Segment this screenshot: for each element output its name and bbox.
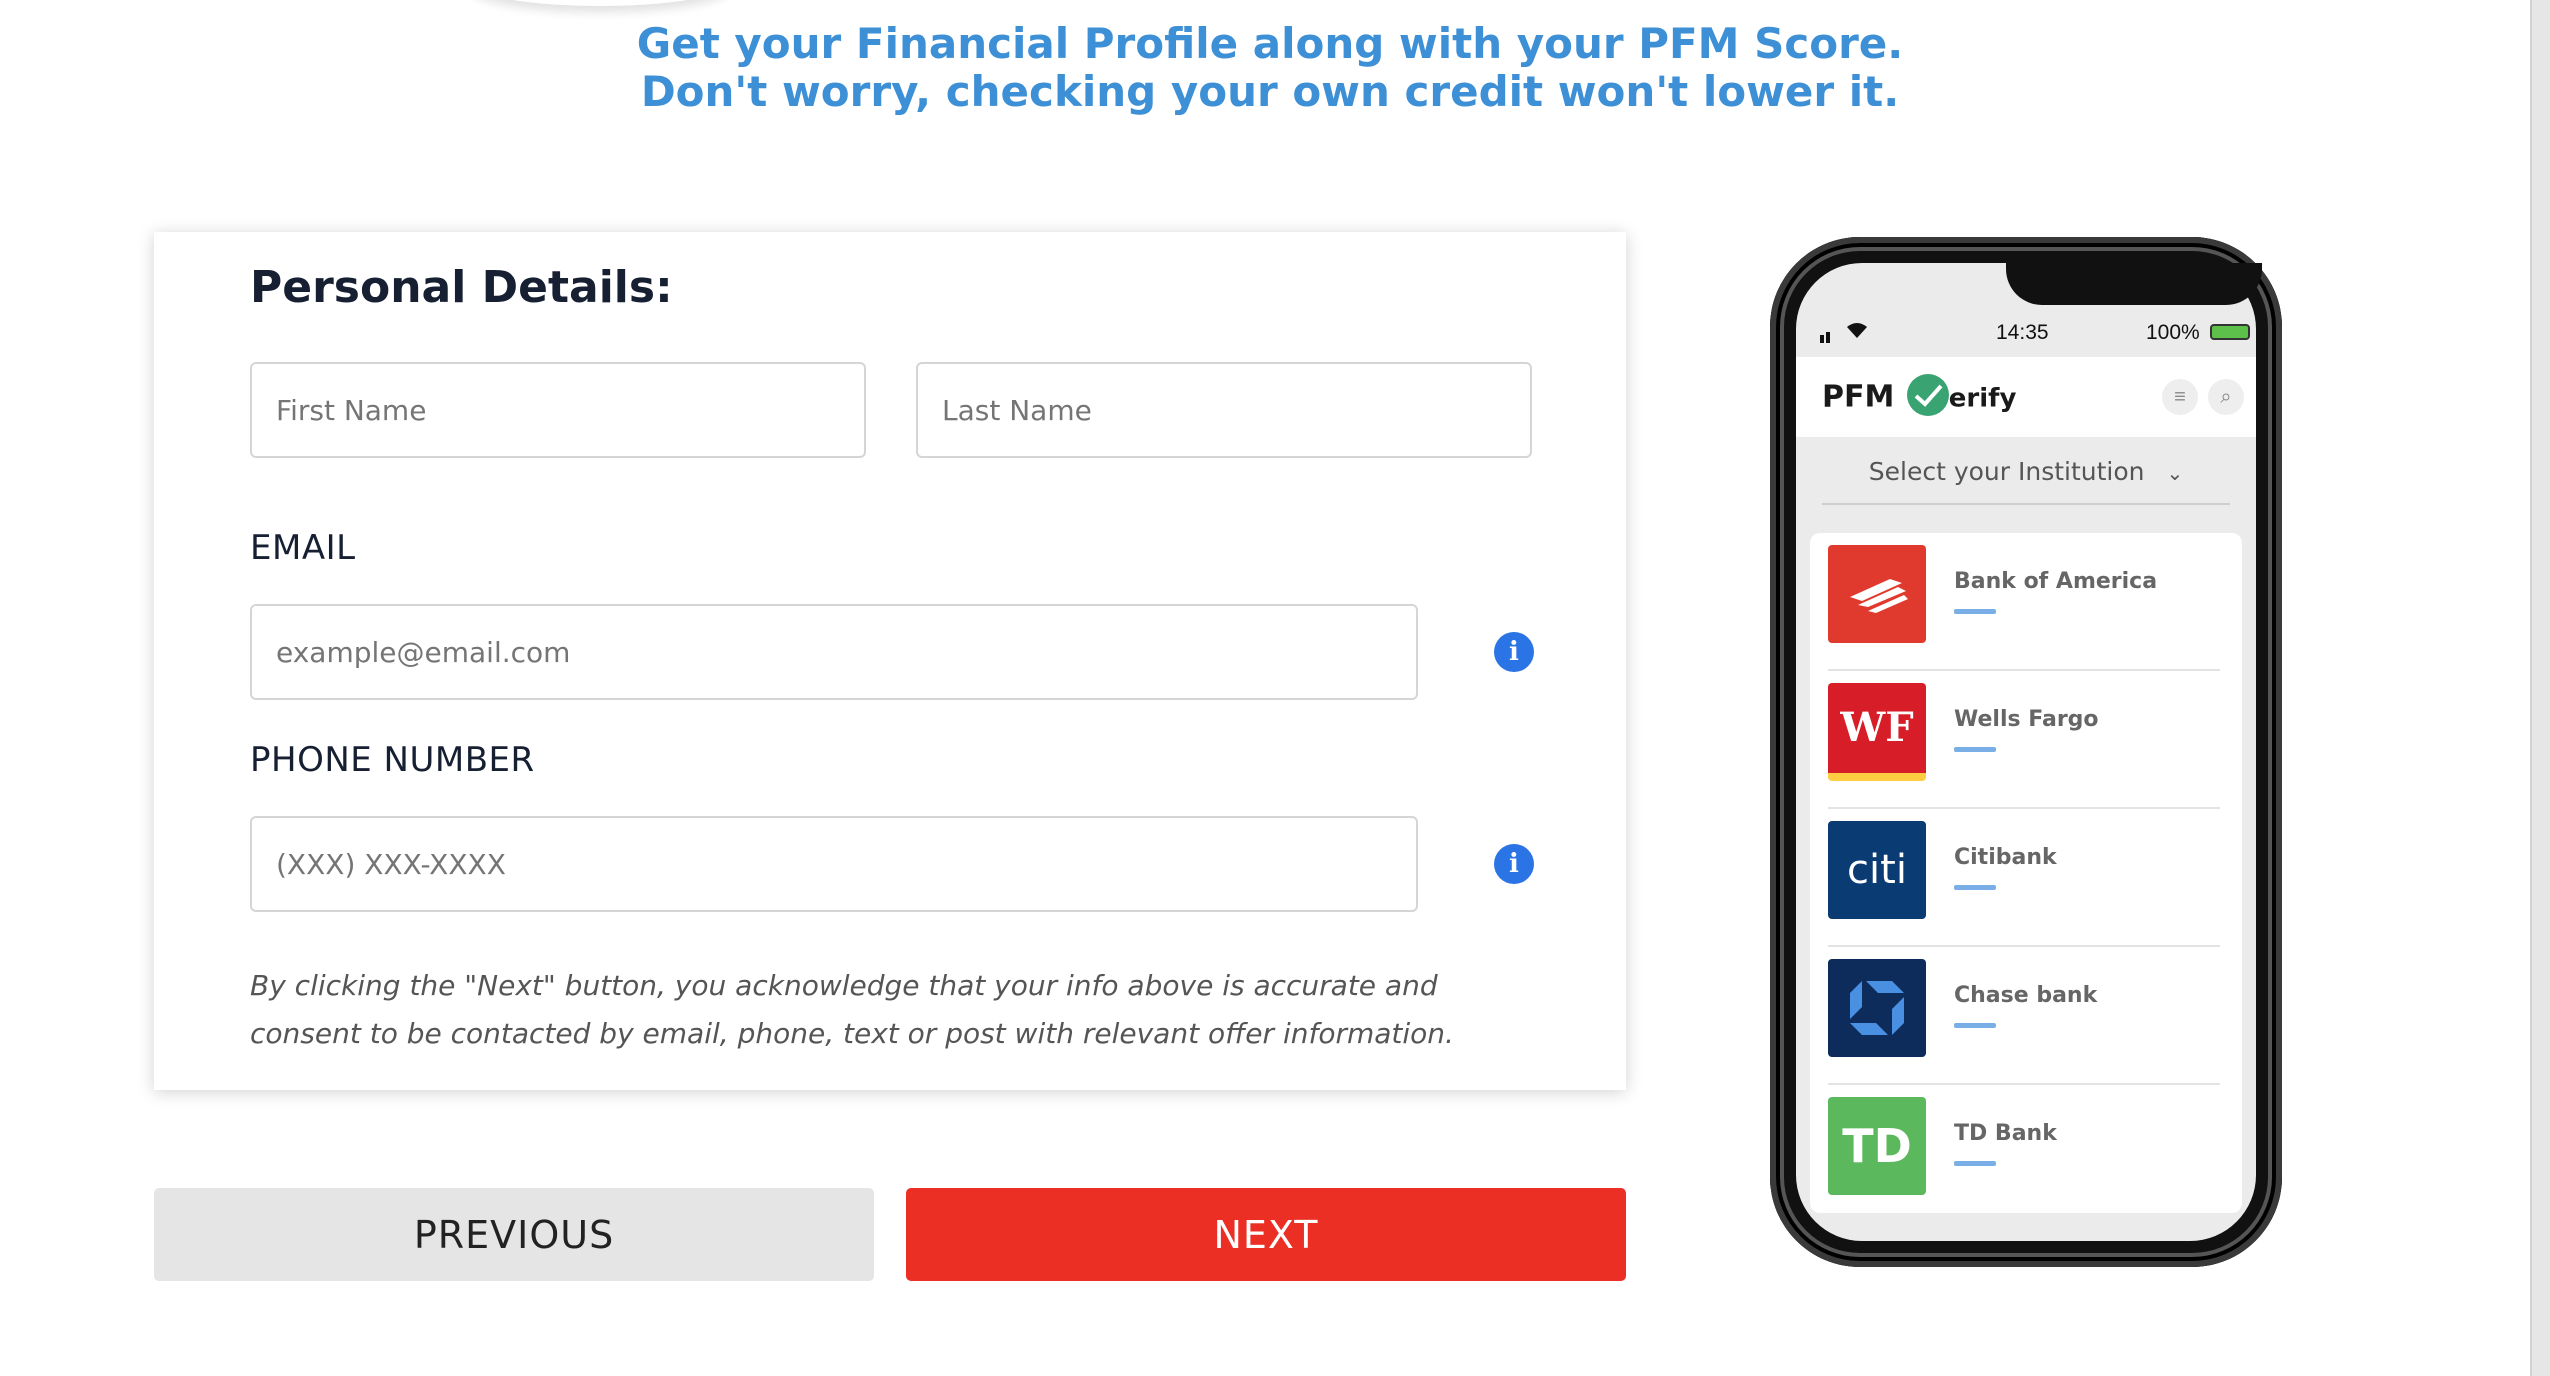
chase-logo-icon [1828,959,1926,1057]
list-item[interactable]: citi Citibank [1828,809,2220,947]
checkmark-logo-icon [1906,374,1949,416]
clock-text: 14:35 [1996,321,2049,344]
bank-name: Chase bank [1954,983,2098,1008]
bank-of-america-logo-icon [1828,545,1926,643]
bank-list: Bank of America WF Wells Fargo citi Citi… [1810,533,2242,1213]
previous-button[interactable]: PREVIOUS [154,1188,874,1281]
bank-name: Bank of America [1954,569,2158,594]
email-label: EMAIL [250,528,356,568]
personal-details-card: Personal Details: EMAIL i PHONE NUMBER i… [154,232,1626,1090]
card-title: Personal Details: [250,262,673,313]
list-item[interactable]: TD TD Bank [1828,1085,2220,1221]
citi-logo-icon: citi [1828,821,1926,919]
phone-status-bar: 14:35 100% [1796,313,2256,353]
wells-fargo-logo-icon: WF [1828,683,1926,781]
page-headline: Get your Financial Profile along with yo… [0,20,2540,116]
bank-accent-bar [1954,747,1996,752]
headline-line-2: Don't worry, checking your own credit wo… [640,67,1900,116]
institution-select[interactable]: Select your Institution ⌄ [1822,441,2230,505]
next-button[interactable]: NEXT [906,1188,1626,1281]
bank-name: TD Bank [1954,1121,2057,1146]
bank-accent-bar [1954,1161,1996,1166]
battery-icon [2210,324,2250,340]
signal-icon [1820,325,1830,343]
list-item[interactable]: WF Wells Fargo [1828,671,2220,809]
institution-select-label: Select your Institution [1868,457,2145,486]
first-name-field[interactable] [250,362,866,458]
bank-name: Wells Fargo [1954,707,2099,732]
logo-suffix: erify [1948,383,2017,414]
list-item[interactable]: Bank of America [1828,533,2220,671]
scrollbar[interactable] [2530,0,2550,1376]
td-logo-icon: TD [1828,1097,1926,1195]
chevron-down-icon: ⌄ [2166,461,2184,485]
phone-label: PHONE NUMBER [250,740,535,780]
phone-notch [2006,263,2262,305]
headline-line-1: Get your Financial Profile along with yo… [636,19,1904,68]
menu-icon[interactable]: ≡ [2162,379,2198,415]
last-name-field[interactable] [916,362,1532,458]
battery-text: 100% [2146,321,2200,344]
bank-accent-bar [1954,609,1996,614]
bank-accent-bar [1954,1023,1996,1028]
bank-accent-bar [1954,885,1996,890]
logo-prefix: PFM [1822,379,1895,415]
consent-text: By clicking the "Next" button, you ackno… [250,969,1454,1050]
phone-info-icon[interactable]: i [1494,844,1534,884]
email-info-icon[interactable]: i [1494,632,1534,672]
phone-field[interactable] [250,816,1418,912]
wifi-icon [1846,321,1868,345]
phone-mockup: 14:35 100% PFM erify ≡ ⌕ Select your Ins… [1770,237,2282,1267]
top-decorative-shadow [470,0,730,6]
email-field[interactable] [250,604,1418,700]
bank-name: Citibank [1954,845,2057,870]
list-item[interactable]: Chase bank [1828,947,2220,1085]
app-header: PFM erify ≡ ⌕ [1796,357,2256,437]
phone-screen: 14:35 100% PFM erify ≡ ⌕ Select your Ins… [1796,263,2256,1241]
pfm-verify-logo: PFM erify [1822,374,2017,419]
search-icon[interactable]: ⌕ [2208,379,2244,415]
